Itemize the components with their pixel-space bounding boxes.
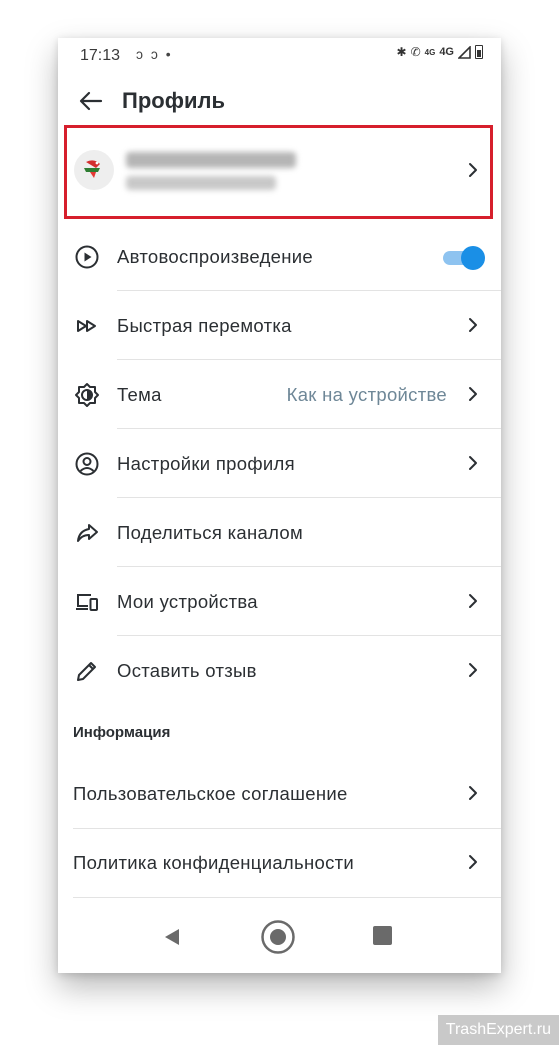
notification-icons: ↄ ↄ • bbox=[136, 46, 173, 62]
setting-autoplay[interactable]: Автовоспроизведение bbox=[58, 222, 501, 291]
page-title: Профиль bbox=[122, 88, 225, 113]
chevron-right-icon bbox=[469, 163, 477, 177]
status-bar: 17:13 ↄ ↄ • ✱ ✆ 4G 4G bbox=[58, 38, 501, 74]
info-privacy-policy[interactable]: Политика конфиденциальности bbox=[58, 829, 501, 898]
setting-label: Быстрая перемотка bbox=[117, 315, 292, 336]
chevron-right-icon bbox=[469, 786, 477, 800]
bluetooth-icon: ✱ bbox=[396, 45, 407, 59]
setting-my-devices[interactable]: Мои устройства bbox=[58, 567, 501, 636]
status-icons: ✱ ✆ 4G 4G bbox=[397, 45, 483, 59]
blurred-subtitle bbox=[126, 176, 276, 190]
back-arrow-icon[interactable] bbox=[78, 88, 104, 114]
account-circle-icon bbox=[75, 452, 99, 476]
divider bbox=[73, 897, 501, 898]
nav-recent-icon[interactable] bbox=[373, 926, 392, 945]
setting-label: Автовоспроизведение bbox=[117, 246, 314, 267]
setting-label: Мои устройства bbox=[117, 591, 258, 612]
chevron-right-icon bbox=[469, 456, 477, 470]
info-label: Пользовательское соглашение bbox=[73, 783, 348, 804]
chevron-right-icon bbox=[469, 855, 477, 869]
network-label: 4G bbox=[439, 46, 454, 58]
play-circle-icon bbox=[75, 245, 99, 269]
call-icon: ✆ bbox=[410, 45, 421, 59]
chevron-right-icon bbox=[469, 663, 477, 677]
pencil-icon bbox=[77, 662, 96, 681]
status-time: 17:13 bbox=[80, 47, 121, 64]
theme-value: Как на устройстве bbox=[286, 384, 447, 405]
nav-back-icon[interactable] bbox=[162, 927, 182, 947]
setting-theme[interactable]: Тема Как на устройстве bbox=[58, 360, 501, 429]
chevron-right-icon bbox=[469, 318, 477, 332]
setting-label: Настройки профиля bbox=[117, 453, 295, 474]
setting-fast-forward[interactable]: Быстрая перемотка bbox=[58, 291, 501, 360]
setting-label: Тема bbox=[117, 384, 162, 405]
share-icon bbox=[77, 524, 98, 542]
devices-icon bbox=[76, 594, 98, 611]
system-nav-bar bbox=[58, 908, 501, 973]
section-header-info: Информация bbox=[73, 724, 171, 741]
setting-label: Оставить отзыв bbox=[117, 660, 257, 681]
network-small-label: 4G bbox=[424, 47, 436, 57]
setting-label: Поделиться каналом bbox=[117, 522, 304, 543]
battery-icon bbox=[475, 45, 483, 59]
setting-feedback[interactable]: Оставить отзыв bbox=[58, 636, 501, 705]
fast-forward-icon bbox=[77, 320, 96, 332]
app-bar: Профиль bbox=[58, 82, 501, 122]
setting-profile-settings[interactable]: Настройки профиля bbox=[58, 429, 501, 498]
toggle-thumb bbox=[461, 246, 485, 270]
chevron-right-icon bbox=[469, 387, 477, 401]
parrot-logo-icon bbox=[84, 160, 100, 178]
watermark: TrashExpert.ru bbox=[437, 1015, 559, 1045]
info-label: Политика конфиденциальности bbox=[73, 852, 355, 873]
chevron-right-icon bbox=[469, 594, 477, 608]
signal-icon bbox=[458, 45, 471, 59]
avatar bbox=[74, 150, 114, 190]
autoplay-toggle[interactable] bbox=[443, 246, 485, 270]
blurred-username bbox=[126, 152, 296, 168]
setting-share-channel[interactable]: Поделиться каналом bbox=[58, 498, 501, 567]
theme-icon bbox=[75, 383, 99, 407]
profile-card[interactable] bbox=[58, 122, 501, 222]
phone-screen: 17:13 ↄ ↄ • ✱ ✆ 4G 4G Профиль Автовоспро… bbox=[58, 38, 501, 973]
info-user-agreement[interactable]: Пользовательское соглашение bbox=[58, 760, 501, 829]
nav-home-icon[interactable] bbox=[260, 919, 296, 955]
highlight-frame bbox=[64, 125, 493, 219]
